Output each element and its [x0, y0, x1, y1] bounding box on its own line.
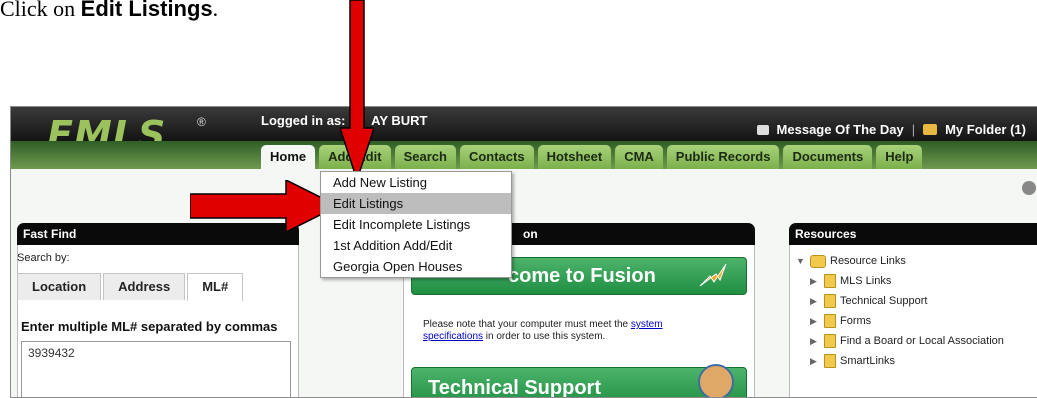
resource-item[interactable]: ▶ Technical Support — [796, 291, 1004, 311]
top-bar: EMLS ® Logged in as: AY BURT Message Of … — [11, 107, 1037, 157]
instruction-suffix: . — [212, 0, 219, 21]
folder-icon — [824, 294, 836, 308]
tab-search[interactable]: Search — [394, 145, 456, 169]
ml-number-input[interactable]: 3939432 — [21, 341, 291, 397]
message-icon — [756, 124, 769, 135]
collapsed-arrow-icon: ▶ — [810, 336, 817, 346]
logged-in-prefix: Logged in as: — [261, 113, 346, 128]
tab-home[interactable]: Home — [261, 145, 316, 169]
resource-item-label: SmartLinks — [840, 355, 896, 367]
menu-item-1st-addition[interactable]: 1st Addition Add/Edit — [321, 235, 511, 256]
nav-bar: Home Add/Edit Search Contacts Hotsheet C… — [11, 141, 1037, 169]
technical-support-banner[interactable]: Technical Support — [411, 364, 747, 398]
resource-item[interactable]: ▶ Forms — [796, 311, 1004, 331]
top-right-links: Message Of The Day | My Folder (1) — [756, 122, 1026, 137]
my-folder-link[interactable]: My Folder (1) — [945, 122, 1026, 137]
support-agent-icon — [698, 364, 734, 397]
menu-item-add-new-listing[interactable]: Add New Listing — [321, 172, 511, 193]
welcome-text: come to Fusion — [508, 265, 656, 287]
tab-location[interactable]: Location — [17, 273, 102, 300]
resource-item-label: Find a Board or Local Association — [840, 335, 1004, 347]
registered-mark: ® — [197, 115, 206, 129]
folder-icon — [923, 124, 938, 135]
resource-item-label: Technical Support — [840, 295, 928, 307]
instruction-text: Click on Edit Listings. — [0, 0, 218, 22]
resource-item[interactable]: ▶ SmartLinks — [796, 351, 1004, 371]
tab-address[interactable]: Address — [103, 273, 186, 300]
specifications-link[interactable]: specifications — [423, 331, 483, 342]
folder-icon — [824, 354, 836, 368]
folder-icon — [824, 334, 836, 348]
add-edit-dropdown-menu: Add New Listing Edit Listings Edit Incom… — [320, 171, 512, 278]
resource-root-label: Resource Links — [830, 255, 906, 267]
separator: | — [911, 122, 916, 137]
tab-documents[interactable]: Documents — [783, 145, 873, 169]
note-suffix: in order to use this system. — [483, 331, 606, 342]
tab-hotsheet[interactable]: Hotsheet — [537, 145, 612, 169]
menu-item-edit-listings[interactable]: Edit Listings — [321, 193, 511, 214]
instruction-target: Edit Listings — [80, 0, 213, 21]
folder-icon — [824, 314, 836, 328]
tab-help[interactable]: Help — [876, 145, 923, 169]
fmls-app-window: EMLS ® Logged in as: AY BURT Message Of … — [10, 106, 1037, 398]
resource-root[interactable]: ▼ Resource Links — [796, 251, 1004, 271]
resource-item-label: Forms — [840, 315, 872, 327]
system-note: Please note that your computer must meet… — [423, 319, 743, 343]
collapsed-arrow-icon: ▶ — [810, 316, 817, 326]
collapsed-arrow-icon: ▶ — [810, 296, 817, 306]
search-by-label: Search by: — [17, 252, 70, 264]
resources-header: Resources — [789, 223, 1037, 245]
right-arrow-annotation — [190, 180, 338, 232]
expanded-arrow-icon: ▼ — [796, 256, 805, 266]
open-folder-icon — [810, 254, 826, 268]
logged-in-user: AY BURT — [371, 113, 428, 128]
collapsed-arrow-icon: ▶ — [810, 276, 817, 286]
tab-cma[interactable]: CMA — [615, 145, 663, 169]
resource-item-label: MLS Links — [840, 275, 892, 287]
gear-icon[interactable] — [1022, 181, 1036, 195]
tab-contacts[interactable]: Contacts — [459, 145, 534, 169]
tab-public-records[interactable]: Public Records — [666, 145, 780, 169]
center-panel-title: on — [523, 227, 538, 241]
system-link[interactable]: system — [631, 319, 663, 330]
menu-item-georgia-open-houses[interactable]: Georgia Open Houses — [321, 256, 511, 277]
resource-item[interactable]: ▶ MLS Links — [796, 271, 1004, 291]
ml-number-label: Enter multiple ML# separated by commas — [21, 319, 278, 334]
down-arrow-annotation — [340, 0, 374, 180]
menu-item-edit-incomplete-listings[interactable]: Edit Incomplete Listings — [321, 214, 511, 235]
folder-icon — [824, 274, 836, 288]
resource-item[interactable]: ▶ Find a Board or Local Association — [796, 331, 1004, 351]
resource-tree: ▼ Resource Links ▶ MLS Links ▶ Technical Su… — [796, 251, 1004, 371]
lightning-icon — [699, 263, 727, 287]
tab-ml-number[interactable]: ML# — [187, 273, 244, 301]
search-tabs: Location Address ML# — [17, 273, 245, 301]
instruction-prefix: Click on — [0, 0, 81, 21]
note-prefix: Please note that your computer must meet… — [423, 319, 631, 330]
technical-support-text: Technical Support — [428, 377, 601, 398]
collapsed-arrow-icon: ▶ — [810, 356, 817, 366]
message-of-the-day-link[interactable]: Message Of The Day — [777, 122, 904, 137]
